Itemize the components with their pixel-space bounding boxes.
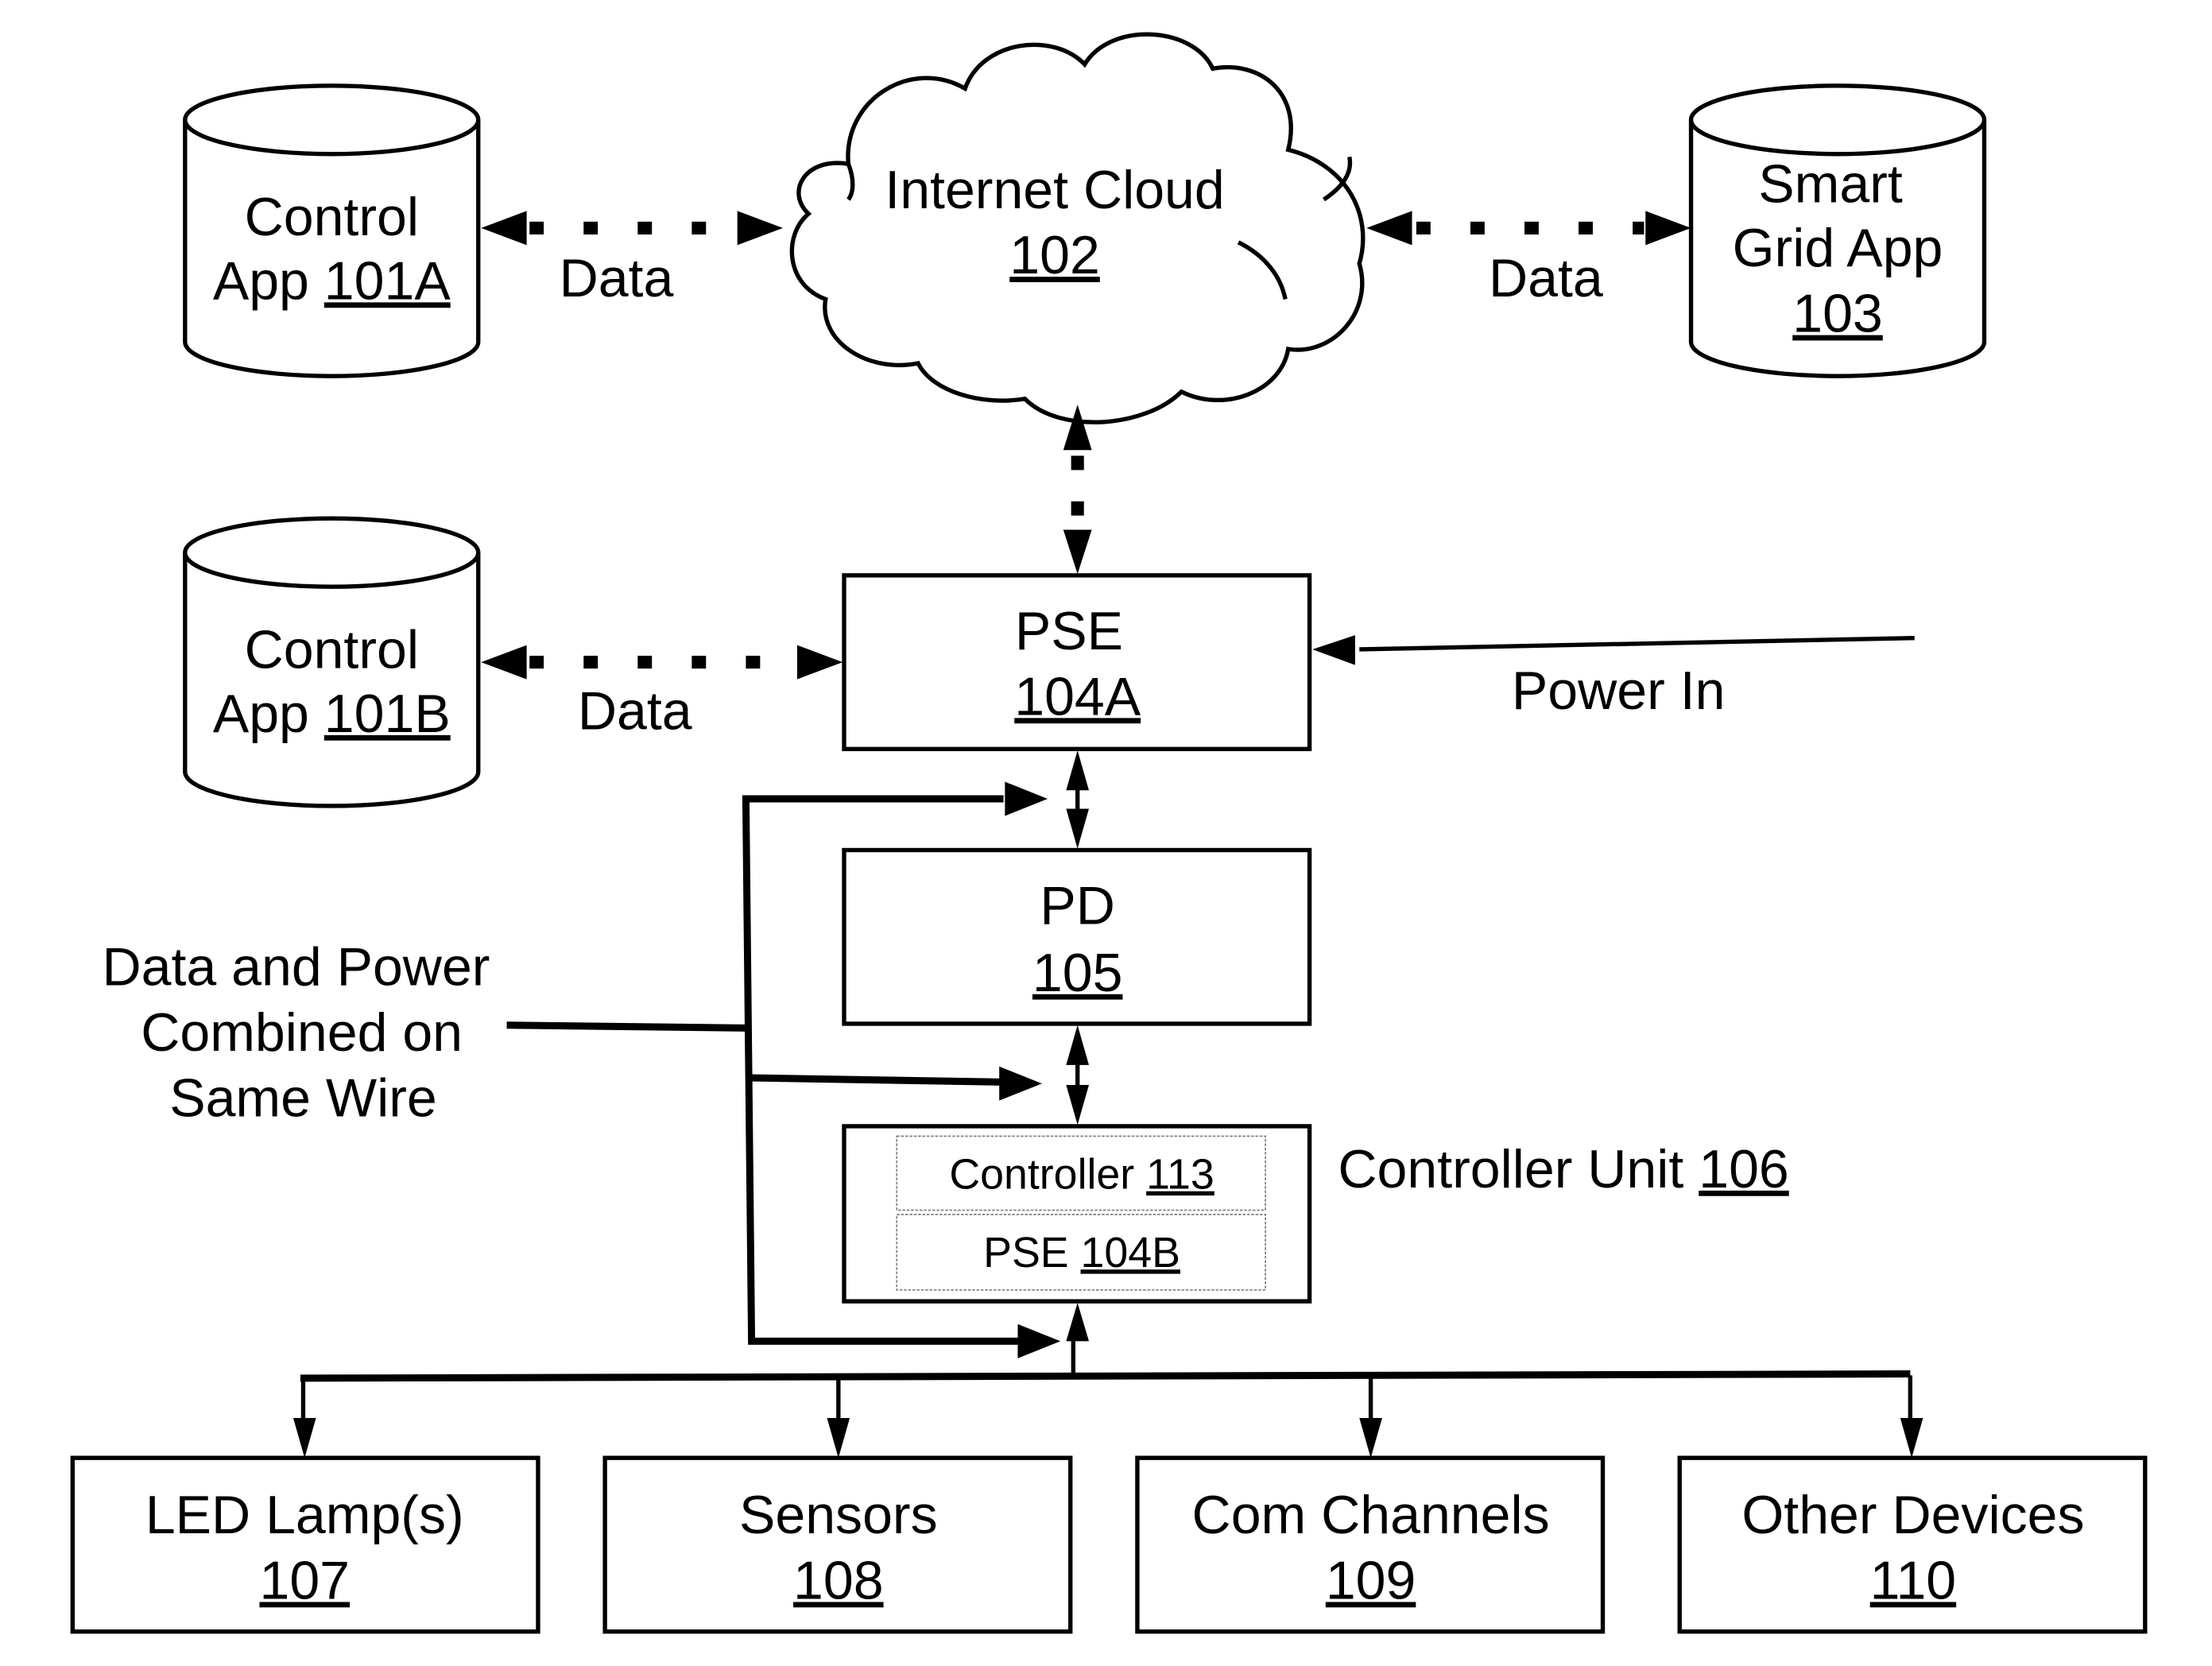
control-app-b-prefix: App — [213, 684, 324, 744]
arrowhead-up-icon — [1066, 1302, 1090, 1342]
controller-unit-label: Controller Unit — [1338, 1139, 1699, 1199]
combined-label-line3: Same Wire — [169, 1067, 437, 1128]
device-ref: 108 — [793, 1550, 884, 1610]
power-in-link: Power In — [1312, 635, 1915, 721]
arrowhead-down-icon — [1359, 1418, 1382, 1459]
arrowhead-down-icon — [1066, 1084, 1090, 1126]
poe-system-diagram: Control App 101A Control App 101B Smart … — [70, 32, 2148, 1634]
power-in-label: Power In — [1512, 661, 1726, 721]
arrowhead-down-icon — [1066, 808, 1090, 849]
smart-grid-ref: 103 — [1792, 284, 1883, 344]
device-ref: 110 — [1870, 1550, 1956, 1610]
data-link-cloud-103: Data — [1366, 211, 1691, 308]
link-pse-pd — [1066, 750, 1090, 849]
controller-ref: 113 — [1146, 1151, 1214, 1199]
pse-a-ref: 104A — [1014, 666, 1141, 726]
arrowhead-right-icon — [1645, 211, 1691, 246]
combined-leader-line — [506, 1021, 748, 1032]
svg-text:App 101A: App 101A — [213, 250, 451, 311]
data-label-smart: Data — [1489, 248, 1603, 308]
arrowhead-right-icon — [796, 645, 843, 680]
arrowhead-right-icon — [999, 1066, 1042, 1101]
pse-104a: PSE 104A — [842, 573, 1312, 752]
controller-label: Controller — [949, 1151, 1146, 1199]
arrowhead-up-icon — [1066, 750, 1090, 791]
svg-text:PSE 104B: PSE 104B — [983, 1229, 1180, 1277]
cloud-label: Internet Cloud — [885, 160, 1224, 220]
cylinder-top — [183, 83, 481, 157]
arrowhead-down-icon — [1900, 1418, 1923, 1459]
bus-branch-middle — [750, 1074, 1004, 1086]
pse-b-ref: 104B — [1081, 1229, 1180, 1277]
arrowhead-down-icon — [827, 1418, 850, 1459]
pse-b-label: PSE — [983, 1229, 1080, 1277]
arrowhead-right-icon — [737, 211, 783, 246]
cylinder-top — [1688, 83, 1987, 157]
device-sensors-108: Sensors 108 — [602, 1455, 1073, 1634]
data-link-101a-cloud: Data — [481, 211, 783, 308]
combined-label-line2: Combined on — [141, 1002, 463, 1063]
control-app-101a: Control App 101A — [183, 83, 481, 378]
arrowhead-left-icon — [1312, 635, 1355, 665]
svg-text:Controller 113: Controller 113 — [949, 1151, 1214, 1199]
arrowhead-right-icon — [1017, 1323, 1061, 1358]
pd-label: PD — [1040, 876, 1115, 936]
link-pd-controller — [1066, 1025, 1090, 1126]
pd-105: PD 105 — [842, 847, 1312, 1026]
device-com-channels-109: Com Channels 109 — [1135, 1455, 1606, 1634]
svg-text:Controller Unit 106: Controller Unit 106 — [1338, 1139, 1788, 1199]
device-label: LED Lamp(s) — [145, 1485, 464, 1545]
data-link-101b-pse: Data — [481, 645, 843, 741]
smart-grid-app-103: Smart Grid App 103 — [1688, 83, 1987, 378]
controller-unit-ref: 106 — [1699, 1139, 1789, 1199]
smart-grid-line2: Grid App — [1733, 218, 1943, 278]
device-label: Sensors — [739, 1485, 938, 1545]
device-ref: 107 — [259, 1550, 350, 1610]
control-app-b-line1: Control — [245, 619, 419, 680]
arrowhead-left-icon — [1366, 211, 1412, 246]
device-other-devices-110: Other Devices 110 — [1677, 1455, 2148, 1634]
device-label: Other Devices — [1741, 1485, 2084, 1545]
data-link-cloud-pse — [1063, 404, 1092, 575]
arrowhead-up-icon — [1066, 1025, 1090, 1065]
controller-unit-106: Controller 113 PSE 104B Controller Unit … — [842, 1124, 1789, 1304]
control-app-b-ref: 101B — [324, 684, 451, 744]
arrowhead-right-icon — [1005, 781, 1048, 816]
arrowhead-left-icon — [481, 645, 527, 680]
combined-label-line1: Data and Power — [103, 937, 490, 998]
power-line — [1359, 635, 1915, 652]
data-label-a: Data — [560, 248, 674, 308]
cylinder-body — [183, 119, 481, 378]
cylinder-top — [183, 516, 481, 589]
svg-text:App 101B: App 101B — [213, 684, 451, 744]
device-label: Com Channels — [1192, 1485, 1550, 1545]
control-app-101b: Control App 101B — [183, 516, 481, 808]
arrowhead-left-icon — [481, 211, 527, 246]
pse-a-label: PSE — [1015, 601, 1123, 661]
device-led-lamps-107: LED Lamp(s) 107 — [70, 1455, 540, 1634]
pd-ref: 105 — [1032, 943, 1123, 1003]
smart-grid-line1: Smart — [1758, 154, 1903, 215]
control-app-a-prefix: App — [213, 250, 324, 311]
cloud-ref: 102 — [1009, 225, 1100, 285]
control-app-a-line1: Control — [245, 187, 419, 247]
distribution-bus — [300, 1370, 1911, 1382]
arrowhead-down-icon — [1063, 529, 1092, 575]
device-ref: 109 — [1326, 1550, 1416, 1610]
device-distribution — [292, 1302, 1923, 1459]
control-app-a-ref: 101A — [324, 250, 451, 311]
data-label-b: Data — [578, 680, 692, 741]
arrowhead-down-icon — [292, 1418, 316, 1459]
internet-cloud-102: Internet Cloud 102 — [789, 32, 1366, 424]
